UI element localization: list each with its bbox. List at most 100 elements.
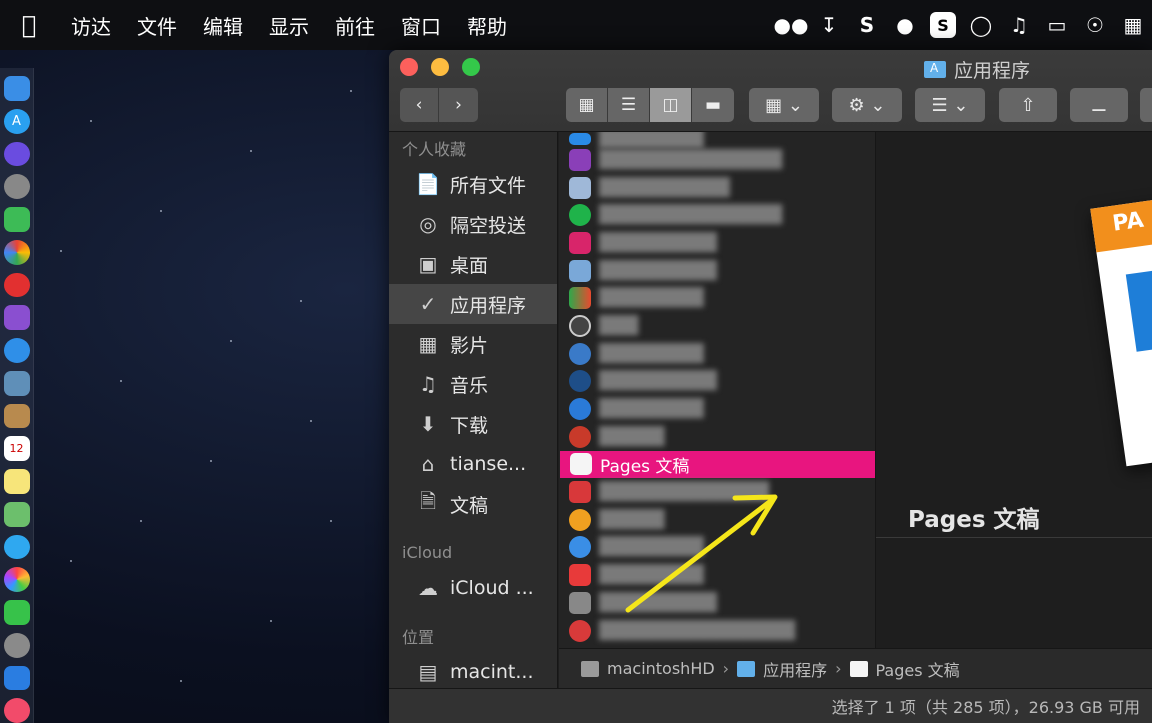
list-item[interactable]: ██████████████ <box>559 201 875 229</box>
sidebar-item-label: tianse... <box>450 453 527 475</box>
ghost-icon[interactable]: ● <box>892 12 918 38</box>
menu-go[interactable]: 前往 <box>322 11 388 40</box>
sidebar-header-locations: 位置 <box>402 628 435 647</box>
launchpad-icon[interactable] <box>3 174 30 199</box>
list-item[interactable]: ████████ <box>559 284 875 312</box>
sidebar-item-documents[interactable]: 🗎 文稿 <box>389 484 557 524</box>
list-item[interactable]: █████████ <box>559 589 875 617</box>
group-by-button[interactable]: ▦ ⌄ <box>749 88 819 122</box>
finder-icon[interactable] <box>3 76 30 101</box>
menu-file[interactable]: 文件 <box>124 11 190 40</box>
purple-app-icon[interactable] <box>3 305 30 330</box>
doc-icon-label: PA <box>1110 207 1146 237</box>
sidebar-item-macintosh-hd[interactable]: ▤ macint... <box>389 652 557 692</box>
safari-icon[interactable] <box>3 338 30 363</box>
hard-disk-icon <box>581 660 599 677</box>
facetime-icon[interactable] <box>3 600 30 625</box>
menu-edit[interactable]: 编辑 <box>190 11 256 40</box>
list-item-pages-selected[interactable]: Pages 文稿 <box>560 450 875 479</box>
list-view-button[interactable]: ☰ <box>608 88 650 122</box>
music-app-icon[interactable] <box>3 698 30 723</box>
airdrop-icon: ◎ <box>419 212 437 236</box>
s-app-icon[interactable]: S <box>854 12 880 38</box>
calendar-dock-icon[interactable]: 12 <box>3 436 30 461</box>
list-item[interactable]: ██████████ <box>559 174 875 202</box>
list-item[interactable]: ███████████████ <box>559 617 875 645</box>
apple-logo-icon[interactable]:  <box>0 11 58 39</box>
list-item[interactable]: ████████ <box>559 561 875 589</box>
calendar-icon[interactable]: ▦ <box>1120 12 1146 38</box>
globe-icon[interactable]: ◯ <box>968 12 994 38</box>
list-item[interactable]: ████████ <box>559 132 875 149</box>
title-bar: 应用程序 ‹ › ▦ ☰ ◫ ▬ ▦ ⌄ ⚙ ⌄ ☰ ⌄ ⇧ ⚊ <box>389 50 1152 132</box>
sidebar-item-downloads[interactable]: ⬇ 下载 <box>389 404 557 444</box>
gallery-view-button[interactable]: ▬ <box>692 88 734 122</box>
list-item[interactable]: █████████ <box>559 257 875 285</box>
photos-icon[interactable] <box>3 567 30 592</box>
list-item[interactable]: ████████ <box>559 534 875 562</box>
menu-help[interactable]: 帮助 <box>454 11 520 40</box>
android-icon[interactable] <box>3 207 30 232</box>
list-item[interactable]: █████████ <box>559 368 875 396</box>
preview-icon[interactable] <box>3 370 30 396</box>
sidebar-item-label: 下载 <box>450 414 489 437</box>
chrome-icon[interactable] <box>3 239 30 265</box>
back-forward-group: ‹ › <box>400 88 478 122</box>
menu-window[interactable]: 窗口 <box>388 11 454 40</box>
messages-icon[interactable] <box>3 534 30 560</box>
sidebar-item-icloud-drive[interactable]: ☁ iCloud ... <box>389 568 557 608</box>
keynote-icon[interactable] <box>3 665 30 691</box>
list-item[interactable]: █████████ <box>559 229 875 257</box>
list-item[interactable]: ███ <box>559 312 875 340</box>
maps-icon[interactable] <box>3 501 30 527</box>
icon-view-button[interactable]: ▦ <box>566 88 608 122</box>
list-item[interactable]: ██████████████ <box>559 146 875 174</box>
action-gear-button[interactable]: ⚙ ⌄ <box>832 88 902 122</box>
minimize-button[interactable] <box>431 58 449 76</box>
airplay-icon[interactable]: ▭ <box>1044 12 1070 38</box>
path-item-pages[interactable]: Pages 文稿 <box>876 657 960 681</box>
sidebar-item-all-files[interactable]: 📄 所有文件 <box>389 164 557 204</box>
back-button[interactable]: ‹ <box>400 88 439 122</box>
notes-icon[interactable] <box>3 469 30 494</box>
notes-brown-icon[interactable] <box>3 403 30 429</box>
path-item-disk[interactable]: macintoshHD <box>607 659 715 678</box>
menu-view[interactable]: 显示 <box>256 11 322 40</box>
red-app-icon[interactable] <box>3 272 30 298</box>
list-item[interactable]: █████████████ <box>559 478 875 506</box>
close-button[interactable] <box>400 58 418 76</box>
tag-button[interactable]: ⚊ <box>1070 88 1128 122</box>
compass-icon[interactable]: ☉ <box>1082 12 1108 38</box>
sidebar-item-movies[interactable]: ▦ 影片 <box>389 324 557 364</box>
list-item[interactable]: █████ <box>559 506 875 534</box>
list-item[interactable]: ████████ <box>559 340 875 368</box>
list-item[interactable]: █████ <box>559 423 875 451</box>
sidebar-item-desktop[interactable]: ▣ 桌面 <box>389 244 557 284</box>
share-button[interactable]: ⇧ <box>999 88 1057 122</box>
music-note-icon[interactable]: ♫ <box>1006 12 1032 38</box>
path-item-applications[interactable]: 应用程序 <box>763 657 827 681</box>
sidebar-item-home[interactable]: ⌂ tianse... <box>389 444 557 484</box>
column-view-button[interactable]: ◫ <box>650 88 692 122</box>
sidebar-item-airdrop[interactable]: ◎ 隔空投送 <box>389 204 557 244</box>
s-badge-icon[interactable]: S <box>930 12 956 38</box>
zoom-button[interactable] <box>462 58 480 76</box>
app-store-icon[interactable]: A <box>3 108 30 134</box>
search-button[interactable] <box>1140 88 1152 122</box>
sidebar-item-applications[interactable]: ✓ 应用程序 <box>389 284 557 324</box>
applications-icon: ✓ <box>419 292 437 316</box>
menu-finder[interactable]: 访达 <box>58 11 124 40</box>
forward-button[interactable]: › <box>439 88 478 122</box>
list-item[interactable]: ████████ <box>559 395 875 423</box>
sidebar-item-music[interactable]: ♫ 音乐 <box>389 364 557 404</box>
download-tray-icon[interactable]: ↧ <box>816 12 842 38</box>
status-bar: 选择了 1 项（共 285 项），26.93 GB 可用 <box>389 688 1152 723</box>
sidebar-item-label: 音乐 <box>450 374 489 397</box>
applications-folder-icon <box>924 61 946 78</box>
dots-icon[interactable]: ●● <box>774 12 809 38</box>
system-preferences-icon[interactable] <box>3 632 30 658</box>
arrange-button[interactable]: ☰ ⌄ <box>915 88 985 122</box>
sidebar-header-favorites: 个人收藏 <box>402 140 467 159</box>
siri-icon[interactable] <box>3 141 30 167</box>
pages-app-icon <box>849 660 868 677</box>
